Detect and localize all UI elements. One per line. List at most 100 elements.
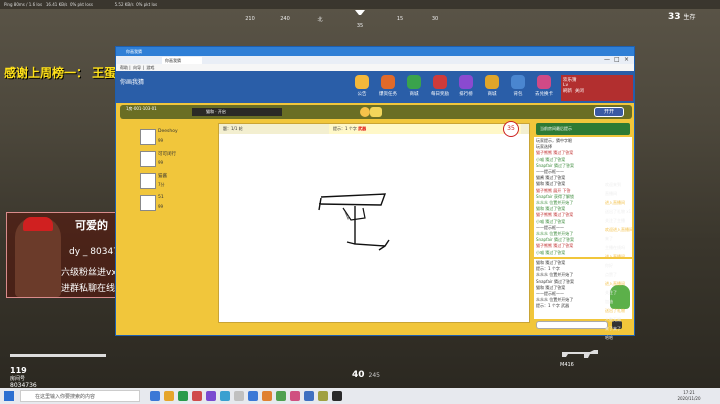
menu-game[interactable]: 游戏: [146, 65, 154, 70]
header-icon: [433, 75, 447, 89]
taskbar-app-icon[interactable]: [192, 391, 202, 401]
taskbar-app-icon[interactable]: [234, 391, 244, 401]
chat-message: 送出了礼物 x1: [605, 209, 632, 214]
taskbar-clock: 17:21 2020/11/20: [664, 390, 714, 402]
header-icon: [537, 75, 551, 89]
compass-tick: 30: [431, 16, 439, 22]
room-info: 1房·001·103·01: [126, 106, 157, 111]
tab-bar: 你画我猜 — □ ×: [116, 56, 634, 64]
chat-message: 欢迎进入直播间: [605, 227, 633, 232]
hint-word: 武器: [358, 126, 367, 131]
header-icon-button[interactable]: 商城: [402, 75, 426, 97]
taskbar-app-icon[interactable]: [220, 391, 230, 401]
player-name: 可可闭行: [158, 152, 176, 157]
menu-bar: 帮助 | 向导 | 游戏: [116, 64, 634, 71]
drawing-canvas[interactable]: [219, 134, 529, 322]
taskbar-app-icon[interactable]: [318, 391, 328, 401]
player-row[interactable]: 猫酱 7分: [138, 171, 214, 191]
room-bar: 1房·001·103·01 猫和 · 开启 开开: [120, 105, 632, 119]
ammo-counter: 40 245: [352, 370, 380, 380]
chat-message: 人数无限: [605, 317, 621, 322]
taskbar-app-icon[interactable]: [178, 391, 188, 401]
drawing-board[interactable]: 题：1/1 轮 提示：1 个字 武器 35: [218, 121, 530, 323]
level-text: 119: [10, 366, 27, 375]
player-row[interactable]: 51 99: [138, 193, 214, 213]
taskbar-app-icon[interactable]: [164, 391, 174, 401]
chat-input[interactable]: [536, 321, 608, 329]
exit-button[interactable]: 关闭: [575, 89, 584, 94]
player-score: 7分: [158, 182, 165, 187]
header-icon-button[interactable]: 排行榜: [454, 75, 478, 97]
coin-icon[interactable]: [360, 107, 370, 117]
start-button[interactable]: 开开: [594, 107, 624, 117]
header-icon-button[interactable]: 爆资任务: [376, 75, 400, 97]
game-logo: 你画我猜: [120, 79, 145, 86]
header-icon-button[interactable]: 去兑换卡: [532, 75, 556, 97]
taskbar-app-icon[interactable]: [290, 391, 300, 401]
taskbar-app-icon[interactable]: [304, 391, 314, 401]
chat-message: 你好: [605, 263, 613, 268]
chat-message: 来了: [605, 236, 613, 241]
close-button[interactable]: ×: [624, 56, 629, 63]
alive-count: 33: [668, 12, 681, 22]
header-icon-label: 商城: [487, 92, 497, 97]
player-score: 99: [158, 138, 164, 143]
alive-label: 生存: [683, 14, 696, 21]
taskbar-app-icon[interactable]: [276, 391, 286, 401]
taskbar-app-icon[interactable]: [150, 391, 160, 401]
player-name: Deeshoy: [158, 129, 178, 134]
compass-tick: 240: [280, 16, 290, 22]
chat-banner: 当前房间最后提示: [536, 123, 630, 135]
player-hud: 119 房间号 8034736: [10, 348, 110, 389]
header-icon: [459, 75, 473, 89]
windows-start-icon[interactable]: [4, 391, 14, 401]
player-row[interactable]: Deeshoy 99: [138, 127, 214, 147]
window-title: 你画我猜: [126, 49, 142, 54]
weapon-slot: M416: [560, 346, 604, 370]
header-icon-label: 公告: [357, 92, 367, 97]
menu-help[interactable]: 帮助: [120, 65, 128, 70]
streamer-avatar: [15, 217, 61, 297]
weapon-name: M416: [560, 362, 574, 368]
taskbar-app-icon[interactable]: [206, 391, 216, 401]
compass-tick: 210: [245, 16, 255, 22]
chat-message: 点赞了: [605, 272, 617, 277]
header-icon-button[interactable]: 背包: [506, 75, 530, 97]
ammo-reserve: 245: [368, 372, 380, 379]
bag-icon[interactable]: [370, 107, 382, 117]
tab-game[interactable]: 你画我猜: [162, 57, 202, 64]
player-score: 99: [158, 204, 164, 209]
chat-message: 进入直播间: [605, 254, 625, 259]
streamer-nickname: 可爱的: [75, 219, 108, 232]
header-icon-label: 背包: [513, 92, 523, 97]
taskbar-app-icon[interactable]: [332, 391, 342, 401]
player-row[interactable]: 可可闭行 99: [138, 149, 214, 169]
chat-message: 送出了礼物: [605, 308, 625, 313]
room-selector[interactable]: 猫和 · 开启: [192, 108, 282, 116]
alive-counter: 33 生存: [668, 12, 696, 22]
player-avatar: [140, 129, 156, 145]
header-icon-button[interactable]: 商城: [480, 75, 504, 97]
taskbar-app-icon[interactable]: [248, 391, 258, 401]
minimize-button[interactable]: —: [604, 56, 610, 63]
taskbar-search[interactable]: 在这里输入你要搜索的内容: [20, 390, 140, 402]
player-label: 房间号: [10, 376, 26, 382]
header-icon-label: 爆资任务: [379, 92, 397, 97]
chat-message: 欢迎来到: [605, 182, 621, 187]
taskbar-app-icon[interactable]: [262, 391, 272, 401]
pkt-loss2-text: 0% pkt los: [136, 2, 158, 7]
header-icon-button[interactable]: 公告: [350, 75, 374, 97]
maximize-button[interactable]: □: [614, 56, 620, 63]
chat-message: 进入直播间: [605, 200, 625, 205]
profile-panel[interactable]: 欢乐猜 Lv 刷新 关闭: [561, 75, 633, 101]
chat-message: 进入直播间: [605, 281, 625, 286]
compass-tick: 35: [356, 23, 364, 29]
menu-guide[interactable]: 向导: [133, 65, 141, 70]
header-icon: [381, 75, 395, 89]
header-icon-label: 商城: [409, 92, 419, 97]
header-icon-button[interactable]: 每日奖励: [428, 75, 452, 97]
taskbar-date: 2020/11/20: [677, 396, 701, 401]
player-avatar: [140, 151, 156, 167]
refresh-button[interactable]: 刷新: [563, 89, 572, 94]
pkt-loss-text: 0% pkt loss: [69, 2, 93, 7]
